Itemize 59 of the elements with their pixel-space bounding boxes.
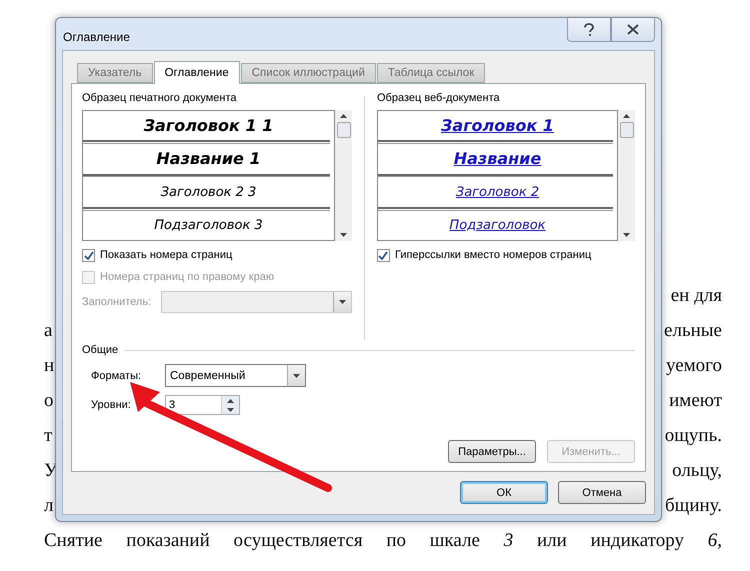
body-text: имеют [669, 389, 722, 413]
checkbox-label: Показать номера страниц [100, 249, 232, 261]
tab[interactable]: Список иллюстраций [240, 63, 376, 83]
body-text: а [44, 319, 52, 343]
body-text: бщину. [665, 494, 722, 518]
body-text: Снятие показаний осуществляется по шкале 3 или индикатору 6, [44, 529, 722, 553]
scroll-thumb[interactable] [336, 122, 350, 138]
body-text: уемого [666, 354, 722, 378]
scrollbar[interactable] [618, 110, 635, 241]
spin-up-icon[interactable] [227, 398, 234, 402]
dropdown[interactable]: Современный [165, 364, 306, 387]
tab[interactable]: Таблица ссылок [376, 63, 486, 83]
help-icon [583, 22, 595, 36]
close-icon [627, 24, 639, 35]
body-text: ен для [670, 284, 722, 308]
preview-entry: Подзаголовок 3 [154, 218, 263, 233]
preview-entry: Заголовок 1 [441, 116, 554, 136]
window-title: Оглавление [63, 30, 130, 44]
scroll-up-icon[interactable] [623, 114, 630, 118]
body-text: л [44, 494, 54, 518]
dialog-button[interactable]: ОК [460, 481, 548, 504]
checkbox[interactable] [82, 248, 95, 262]
preview-entry: Заголовок 2 3 [160, 184, 256, 200]
body-text: т [44, 424, 52, 448]
preview-entry: Заголовок 1 1 [144, 116, 274, 136]
field-label: Форматы: [91, 370, 142, 382]
scroll-thumb[interactable] [620, 122, 634, 138]
preview-entry: Подзаголовок [449, 218, 546, 233]
checkmark-icon [378, 250, 388, 260]
scroll-down-icon[interactable] [340, 233, 347, 237]
scroll-down-icon[interactable] [623, 233, 630, 237]
spin-down-icon[interactable] [227, 408, 234, 412]
group-label: Общие [82, 344, 118, 356]
dialog-button[interactable]: Параметры... [448, 440, 536, 463]
dialog-button[interactable]: Отмена [558, 481, 646, 504]
help-button[interactable] [567, 18, 611, 42]
body-text: ельные [664, 319, 722, 343]
preview-entry: Название [454, 149, 542, 168]
preview-entry: Заголовок 2 [456, 184, 540, 200]
section-label: Образец веб-документа [376, 92, 501, 104]
spin-field[interactable]: 3 [165, 395, 240, 415]
dropdown-arrow-icon[interactable] [293, 374, 300, 378]
field-label: Уровни: [91, 399, 132, 411]
preview-entry: Название 1 [156, 149, 261, 168]
checkbox-label: Номера страниц по правому краю [100, 271, 274, 283]
scroll-up-icon[interactable] [340, 114, 347, 118]
checkbox[interactable] [376, 248, 390, 262]
body-text: н [44, 354, 54, 378]
body-text: о [44, 389, 54, 413]
body-text: ольцу, [672, 459, 722, 483]
tab[interactable]: Указатель [77, 63, 153, 83]
checkbox-label: Гиперссылки вместо номеров страниц [394, 249, 592, 261]
close-button[interactable] [611, 18, 655, 42]
body-text: ощупь. [664, 424, 722, 448]
field-label: Заполнитель: [82, 296, 152, 308]
checkmark-icon [84, 250, 94, 260]
tab[interactable]: Оглавление [154, 61, 240, 84]
section-label: Образец печатного документа [82, 92, 238, 104]
scrollbar[interactable] [335, 110, 352, 241]
